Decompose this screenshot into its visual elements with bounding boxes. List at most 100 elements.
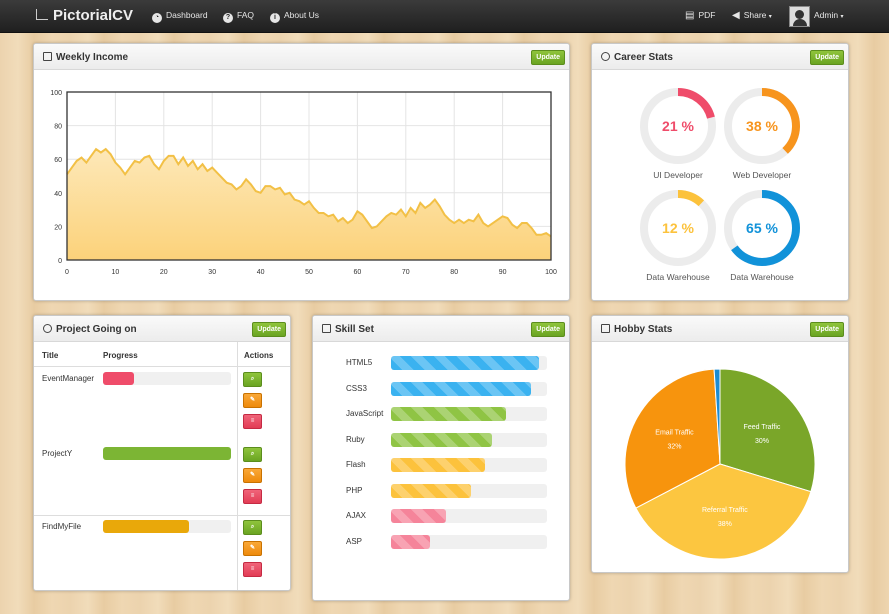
chart-icon	[322, 324, 331, 333]
career-stats-panel: Career Stats Update 21 % UI Developer 38 %…	[591, 43, 849, 301]
nav-faq-label: FAQ	[237, 10, 255, 20]
delete-icon: ≡	[250, 418, 255, 424]
skill-label: ASP	[346, 536, 363, 546]
update-button[interactable]: Update	[531, 322, 565, 337]
nav-dashboard[interactable]: ◔ Dashboard	[152, 10, 208, 23]
pie-slice-name: Feed Traffic	[744, 424, 781, 431]
clock-icon	[43, 324, 52, 333]
donut-label: UI Developer	[653, 170, 703, 180]
skill-bar	[391, 483, 547, 498]
brand-name: PictorialCV	[53, 7, 134, 24]
nav-about[interactable]: i About Us	[270, 10, 319, 23]
edit-button[interactable]: ✎	[243, 541, 262, 556]
col-title: Title	[42, 351, 59, 360]
nav-faq[interactable]: ? FAQ	[223, 10, 254, 23]
donut-label: Web Developer	[732, 170, 792, 180]
progress-bar	[103, 447, 231, 460]
skill-fill	[391, 534, 430, 549]
x-tick-label: 30	[208, 269, 216, 276]
skill-bar	[391, 356, 547, 370]
header-divider	[34, 366, 290, 367]
nav-admin-label: Admin	[814, 10, 839, 20]
search-icon: ⌕	[250, 376, 255, 382]
progress-bar	[103, 520, 231, 533]
edit-icon: ✎	[249, 397, 256, 403]
nav-dashboard-label: Dashboard	[166, 10, 208, 20]
panel-header: Career Stats Update	[592, 44, 848, 70]
x-tick-label: 40	[257, 269, 265, 276]
y-tick-label: 100	[50, 90, 62, 97]
progress-fill	[103, 447, 231, 460]
project-title: FindMyFile	[42, 522, 82, 531]
skill-label: Flash	[346, 460, 366, 469]
progress-bar	[103, 372, 231, 385]
nav-pdf-label: PDF	[698, 10, 716, 20]
skill-fill	[391, 432, 493, 447]
skill-label: HTML5	[346, 358, 373, 367]
edit-button[interactable]: ✎	[243, 468, 262, 483]
brand[interactable]: PictorialCV	[36, 7, 133, 24]
hobby-pie-chart: Feed Traffic 30% Referral Traffic 38% Email …	[624, 368, 816, 560]
search-button[interactable]: ⌕	[243, 447, 262, 462]
delete-button[interactable]: ≡	[243, 414, 262, 429]
skill-fill	[391, 458, 485, 472]
projects-panel: Project Going on Update Title Progress A…	[33, 315, 291, 591]
panel-title: Skill Set	[335, 324, 374, 335]
skill-fill	[391, 509, 446, 523]
x-tick-label: 60	[354, 269, 362, 276]
skill-fill	[391, 407, 507, 421]
panel-header: Weekly Income Update	[34, 44, 569, 70]
nav-share[interactable]: ◀ Share ▾	[732, 10, 772, 21]
skill-label: JavaScript	[346, 409, 384, 418]
delete-button[interactable]: ≡	[243, 489, 262, 504]
pie-slice-value: 38%	[718, 521, 732, 528]
search-icon: ⌕	[250, 451, 255, 457]
x-tick-label: 80	[450, 269, 458, 276]
skill-bar	[391, 432, 547, 447]
skill-bar	[391, 381, 547, 396]
panel-title: Project Going on	[56, 324, 137, 335]
panel-title: Career Stats	[614, 52, 673, 63]
x-tick-label: 0	[65, 269, 69, 276]
panel-header: Skill Set Update	[313, 316, 569, 342]
skill-label: CSS3	[346, 383, 367, 393]
skill-label: AJAX	[346, 511, 367, 520]
nav-pdf[interactable]: ▤ PDF	[685, 10, 715, 21]
panel-title: Weekly Income	[56, 52, 129, 63]
donut-label: Data Warehouse	[730, 272, 794, 282]
pie-slice-name: Referral Traffic	[702, 507, 748, 514]
top-navbar: PictorialCV ◔ Dashboard ? FAQ i About Us ▤ P…	[0, 0, 889, 33]
col-actions: Actions	[244, 351, 274, 360]
delete-button[interactable]: ≡	[243, 562, 262, 577]
x-tick-label: 100	[545, 269, 557, 276]
avatar[interactable]	[789, 6, 810, 27]
y-tick-label: 0	[58, 258, 62, 265]
update-button[interactable]: Update	[252, 322, 286, 337]
edit-button[interactable]: ✎	[243, 393, 262, 408]
pie-slice-value: 32%	[667, 443, 681, 450]
search-button[interactable]: ⌕	[243, 372, 262, 387]
update-button[interactable]: Update	[810, 50, 844, 65]
skill-label: PHP	[346, 485, 363, 495]
actions-divider	[237, 342, 238, 590]
update-button[interactable]: Update	[531, 50, 565, 65]
nav-admin[interactable]: Admin ▾	[814, 10, 843, 20]
search-icon: ⌕	[250, 524, 255, 530]
donut-label: Data Warehouse	[646, 272, 710, 282]
target-icon	[601, 52, 610, 61]
project-title: ProjectY	[42, 449, 73, 458]
row-divider	[34, 515, 290, 516]
update-button[interactable]: Update	[810, 322, 844, 337]
panel-title: Hobby Stats	[614, 324, 673, 335]
skill-bar	[391, 534, 547, 549]
donut-value: 38 %	[746, 118, 778, 134]
progress-fill	[103, 520, 189, 533]
x-tick-label: 10	[112, 269, 120, 276]
skill-fill	[391, 381, 532, 396]
search-button[interactable]: ⌕	[243, 520, 262, 535]
skill-bar	[391, 407, 547, 421]
dashboard-icon: ◔	[152, 13, 162, 23]
y-tick-label: 40	[54, 191, 62, 198]
delete-icon: ≡	[250, 566, 255, 572]
donut-value: 12 %	[662, 220, 694, 236]
